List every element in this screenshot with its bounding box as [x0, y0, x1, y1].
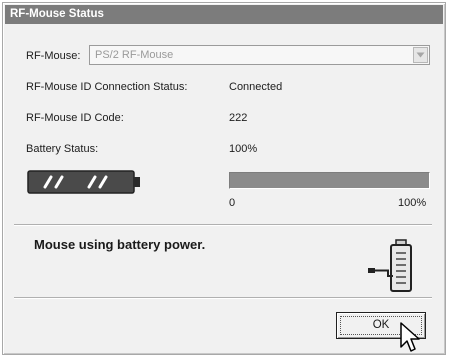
battery-level-fill [230, 173, 429, 188]
battery-status-label: Battery Status: [26, 143, 99, 155]
dropdown-button[interactable] [413, 47, 428, 63]
id-code-value: 222 [229, 112, 248, 124]
gauge-min-label: 0 [229, 197, 236, 209]
id-code-label: RF-Mouse ID Code: [26, 112, 124, 124]
gauge-max-label: 100% [398, 197, 427, 209]
rf-mouse-label: RF-Mouse: [26, 50, 81, 62]
battery-status-value: 100% [229, 143, 258, 155]
divider-top [14, 224, 432, 226]
rf-mouse-select-value: PS/2 RF-Mouse [95, 49, 174, 61]
connection-status-value: Connected [229, 81, 283, 93]
battery-plug-icon [368, 239, 412, 292]
battery-icon [27, 170, 140, 194]
power-source-message: Mouse using battery power. [34, 237, 206, 252]
mouse-cursor-icon [400, 322, 420, 352]
chevron-down-icon [416, 52, 425, 58]
connection-status-label: RF-Mouse ID Connection Status: [26, 81, 188, 93]
window-title[interactable]: RF-Mouse Status [5, 5, 443, 24]
battery-level-bar [229, 172, 430, 189]
rf-mouse-select[interactable]: PS/2 RF-Mouse [89, 45, 430, 65]
divider-bottom [14, 297, 432, 299]
